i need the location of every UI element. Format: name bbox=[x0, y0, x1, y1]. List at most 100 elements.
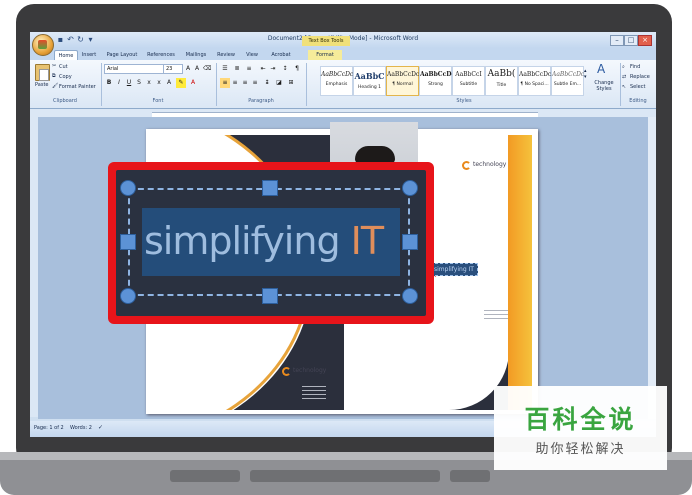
tab-references[interactable]: References bbox=[144, 50, 178, 60]
undo-icon[interactable]: ↶ bbox=[66, 35, 75, 44]
paste-button[interactable]: Paste bbox=[35, 82, 49, 88]
line-spacing-icon[interactable]: ↨ bbox=[262, 78, 272, 88]
increase-indent-icon[interactable]: ⇥ bbox=[268, 64, 278, 74]
numbering-icon[interactable]: ≣ bbox=[232, 64, 242, 74]
cut-button[interactable]: Cut bbox=[59, 64, 68, 70]
qat-dropdown-icon[interactable]: ▾ bbox=[86, 35, 95, 44]
style-name: Heading 1 bbox=[357, 85, 382, 90]
style-subtitle[interactable]: AaBbCcI Subtitle bbox=[452, 66, 485, 96]
watermark-badge: 百科全说 助你轻松解决 bbox=[494, 386, 667, 470]
tab-view[interactable]: View bbox=[242, 50, 262, 60]
tab-insert[interactable]: Insert bbox=[78, 50, 100, 60]
style-sample: AaBb( bbox=[487, 69, 516, 79]
borders-icon[interactable]: ⊞ bbox=[286, 78, 296, 88]
align-left-icon[interactable]: ≡ bbox=[220, 78, 230, 88]
style-name: Subtitle bbox=[459, 82, 478, 87]
font-name-combo[interactable]: Arial bbox=[104, 64, 164, 74]
font-size-combo[interactable]: 23 bbox=[163, 64, 183, 74]
resize-handle-top-left[interactable] bbox=[120, 180, 136, 196]
proofing-icon[interactable]: ✓ bbox=[98, 424, 103, 431]
change-case-icon[interactable]: A bbox=[164, 78, 174, 88]
tab-review[interactable]: Review bbox=[214, 50, 238, 60]
tab-mailings[interactable]: Mailings bbox=[182, 50, 210, 60]
underline-icon[interactable]: U bbox=[124, 78, 134, 88]
watermark-title: 百科全说 bbox=[524, 405, 637, 434]
group-separator bbox=[216, 63, 217, 106]
replace-icon[interactable]: ⇄ bbox=[622, 74, 626, 80]
select-icon[interactable]: ↖ bbox=[622, 84, 626, 90]
format-painter-button[interactable]: Format Painter bbox=[59, 84, 96, 90]
style-sample: AaBbCcDc bbox=[519, 71, 552, 78]
minimize-button[interactable]: – bbox=[610, 35, 624, 46]
vertical-ruler[interactable] bbox=[30, 117, 38, 417]
highlight-icon[interactable]: ✎ bbox=[176, 78, 186, 88]
context-tab-label: Text Box Tools bbox=[302, 36, 350, 46]
resize-handle-bottom-left[interactable] bbox=[120, 288, 136, 304]
format-painter-icon[interactable]: 🖌 bbox=[52, 83, 58, 89]
redo-icon[interactable]: ↻ bbox=[76, 35, 85, 44]
resize-handle-bottom[interactable] bbox=[262, 288, 278, 304]
multilevel-list-icon[interactable]: ≡ bbox=[244, 64, 254, 74]
style-strong[interactable]: AaBbCcDd Strong bbox=[419, 66, 456, 96]
group-label-font: Font bbox=[152, 98, 164, 104]
group-separator bbox=[306, 63, 307, 106]
font-color-icon[interactable]: A bbox=[188, 78, 198, 88]
resize-handle-right[interactable] bbox=[402, 234, 418, 250]
cut-icon[interactable]: ✂ bbox=[52, 63, 56, 69]
style-name: Emphasis bbox=[325, 82, 348, 87]
status-page[interactable]: Page: 1 of 2 bbox=[34, 425, 64, 431]
italic-icon[interactable]: I bbox=[114, 78, 124, 88]
selected-text-box[interactable]: simplifying IT bbox=[430, 263, 478, 276]
align-right-icon[interactable]: ≡ bbox=[240, 78, 250, 88]
show-marks-icon[interactable]: ¶ bbox=[292, 64, 302, 74]
shading-icon[interactable]: ◪ bbox=[274, 78, 284, 88]
logo-swirl-icon bbox=[462, 161, 471, 170]
resize-handle-left[interactable] bbox=[120, 234, 136, 250]
subscript-icon[interactable]: x bbox=[144, 78, 154, 88]
copy-icon[interactable]: ⧉ bbox=[52, 73, 56, 79]
resize-handle-top-right[interactable] bbox=[402, 180, 418, 196]
close-button[interactable]: × bbox=[638, 35, 652, 46]
styles-scroll-icon[interactable]: ▴ ▾ bbox=[584, 68, 587, 80]
office-button[interactable] bbox=[32, 34, 54, 56]
tab-acrobat[interactable]: Acrobat bbox=[266, 50, 296, 60]
copy-button[interactable]: Copy bbox=[59, 74, 72, 80]
ribbon: Paste ✂ Cut ⧉ Copy 🖌 Format Painter Clip… bbox=[30, 60, 656, 109]
office-logo-icon bbox=[38, 40, 47, 49]
tab-page-layout[interactable]: Page Layout bbox=[104, 50, 140, 60]
paste-icon[interactable] bbox=[35, 64, 50, 81]
group-label-clipboard: Clipboard bbox=[53, 98, 77, 104]
select-button[interactable]: Select bbox=[630, 84, 645, 90]
style-subtle-emphasis[interactable]: AaBbCcDc Subtle Em... bbox=[551, 66, 584, 96]
zoom-callout: simplifying IT bbox=[108, 162, 434, 324]
resize-handle-top[interactable] bbox=[262, 180, 278, 196]
sort-icon[interactable]: ↕ bbox=[280, 64, 290, 74]
change-styles-button[interactable]: Change Styles bbox=[592, 80, 616, 92]
style-sample: AaBbCcDc bbox=[321, 71, 354, 78]
clear-formatting-icon[interactable]: ⌫ bbox=[202, 64, 212, 74]
bold-icon[interactable]: B bbox=[104, 78, 114, 88]
vertical-scrollbar[interactable] bbox=[648, 117, 656, 419]
tab-format[interactable]: Format bbox=[308, 50, 342, 60]
find-button[interactable]: Find bbox=[630, 64, 640, 70]
style-normal[interactable]: AaBbCcDc ¶ Normal bbox=[386, 66, 419, 96]
style-sample: AaBbCcDc bbox=[552, 71, 585, 78]
save-icon[interactable]: ▪ bbox=[56, 35, 65, 44]
change-styles-icon[interactable]: A bbox=[597, 62, 605, 76]
decrease-indent-icon[interactable]: ⇤ bbox=[258, 64, 268, 74]
style-emphasis[interactable]: AaBbCcDc Emphasis bbox=[320, 66, 353, 96]
strikethrough-icon[interactable]: S bbox=[134, 78, 144, 88]
style-heading-1[interactable]: AaBbC Heading 1 bbox=[353, 66, 386, 96]
superscript-icon[interactable]: x bbox=[154, 78, 164, 88]
replace-button[interactable]: Replace bbox=[630, 74, 650, 80]
style-title[interactable]: AaBb(Title bbox=[485, 66, 518, 96]
align-center-icon[interactable]: ≡ bbox=[230, 78, 240, 88]
style-no-spacing[interactable]: AaBbCcDc ¶ No Spaci... bbox=[518, 66, 551, 96]
bullets-icon[interactable]: ☰ bbox=[220, 64, 230, 74]
status-words[interactable]: Words: 2 bbox=[70, 425, 92, 431]
shrink-font-icon[interactable]: A bbox=[192, 64, 202, 74]
maximize-button[interactable]: □ bbox=[624, 35, 638, 46]
justify-icon[interactable]: ≡ bbox=[250, 78, 260, 88]
find-icon[interactable]: ⌕ bbox=[622, 64, 625, 70]
resize-handle-bottom-right[interactable] bbox=[402, 288, 418, 304]
